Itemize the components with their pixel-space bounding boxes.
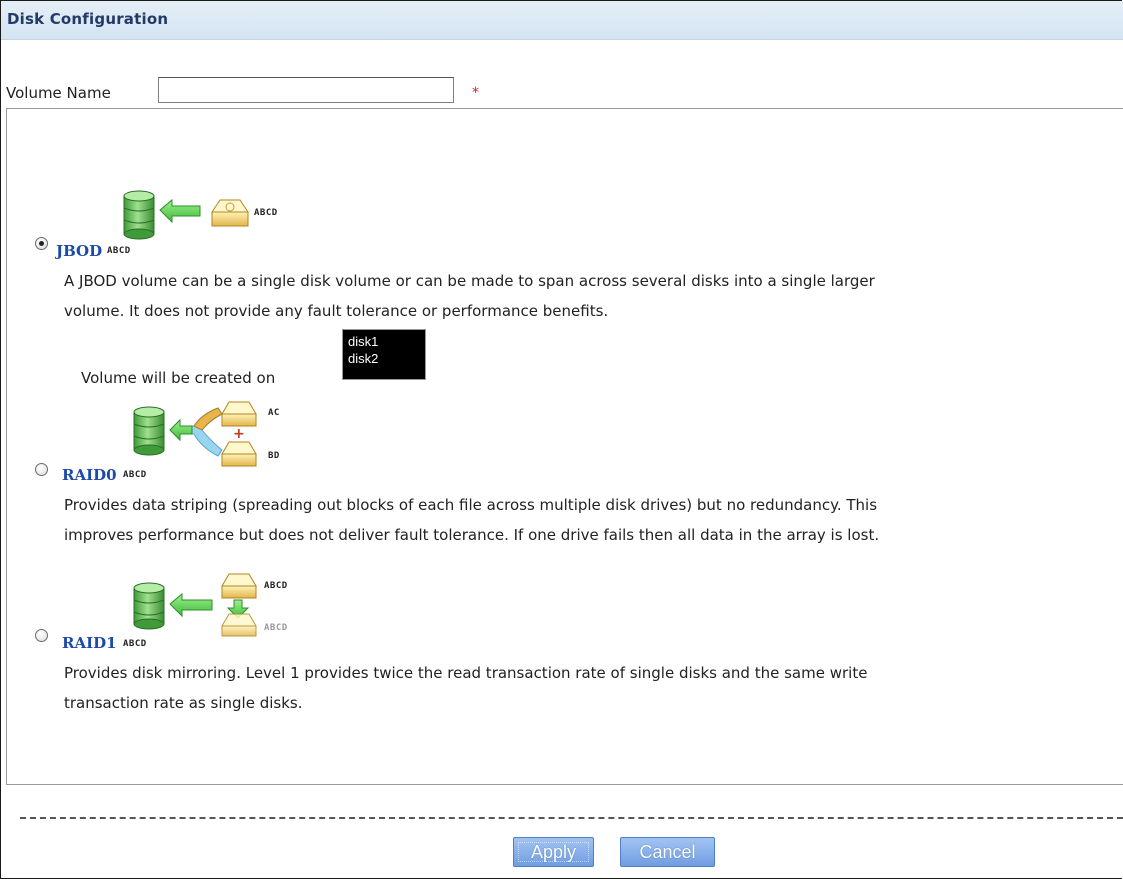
jbod-tag: ABCD xyxy=(107,246,131,256)
svg-text:ABCD: ABCD xyxy=(264,581,288,591)
svg-text:BD: BD xyxy=(268,451,280,461)
volume-name-label: Volume Name xyxy=(6,84,111,102)
plus-icon: + xyxy=(233,426,245,442)
raid1-tag: ABCD xyxy=(123,639,147,649)
jbod-description-line-1: A JBOD volume can be a single disk volum… xyxy=(64,272,875,290)
svg-text:AC: AC xyxy=(268,408,280,418)
arrow-left-icon xyxy=(169,592,213,618)
volume-name-input[interactable] xyxy=(158,77,454,103)
required-marker: * xyxy=(472,85,479,101)
disk-option[interactable]: disk2 xyxy=(348,350,425,367)
raid1-description-line-1: Provides disk mirroring. Level 1 provide… xyxy=(64,664,868,682)
volume-cylinder-icon xyxy=(133,406,165,456)
svg-text:ABCD: ABCD xyxy=(107,246,131,256)
volume-cylinder-icon xyxy=(123,190,155,240)
divider xyxy=(20,817,1123,819)
raid1-radio[interactable] xyxy=(35,629,48,642)
jbod-option-title[interactable]: JBOD xyxy=(56,242,102,260)
volume-created-on-label: Volume will be created on xyxy=(81,369,276,387)
raid0-tag: ABCD xyxy=(123,470,147,480)
raid0-description-line-2: improves performance but does not delive… xyxy=(64,526,880,544)
svg-text:ABCD: ABCD xyxy=(123,639,147,649)
apply-button[interactable]: Apply xyxy=(513,837,594,867)
panel-header: Disk Configuration xyxy=(1,1,1123,40)
arrow-left-icon xyxy=(159,198,201,224)
raid1-option-title[interactable]: RAID1 xyxy=(62,634,117,652)
cancel-button[interactable]: Cancel xyxy=(620,837,715,867)
raid0-diagram-icon: + AC BD xyxy=(133,401,280,467)
raid0-description-line-1: Provides data striping (spreading out bl… xyxy=(64,496,878,514)
cancel-label: Cancel xyxy=(639,842,696,862)
svg-text:ABCD: ABCD xyxy=(123,470,147,480)
hard-disk-icon xyxy=(221,573,257,599)
raid1-description-line-2: transaction rate as single disks. xyxy=(64,694,303,712)
jbod-description-line-2: volume. It does not provide any fault to… xyxy=(64,302,609,320)
raid0-option-title[interactable]: RAID0 xyxy=(62,466,117,484)
focus-ring xyxy=(518,842,589,862)
svg-text:ABCD: ABCD xyxy=(264,623,288,633)
disk-option[interactable]: disk1 xyxy=(348,333,425,350)
hard-disk-icon xyxy=(221,441,257,467)
raid1-diagram-icon: ABCD ABCD xyxy=(133,573,288,637)
disk-select-list[interactable]: disk1 disk2 xyxy=(342,329,426,380)
jbod-radio[interactable] xyxy=(35,237,48,250)
svg-text:ABCD: ABCD xyxy=(254,208,278,218)
hard-disk-icon xyxy=(211,199,249,227)
mirror-disk-icon xyxy=(221,613,257,637)
volume-cylinder-icon xyxy=(133,582,165,630)
hard-disk-icon xyxy=(221,401,257,427)
raid0-radio[interactable] xyxy=(35,463,48,476)
page-title: Disk Configuration xyxy=(7,10,169,28)
